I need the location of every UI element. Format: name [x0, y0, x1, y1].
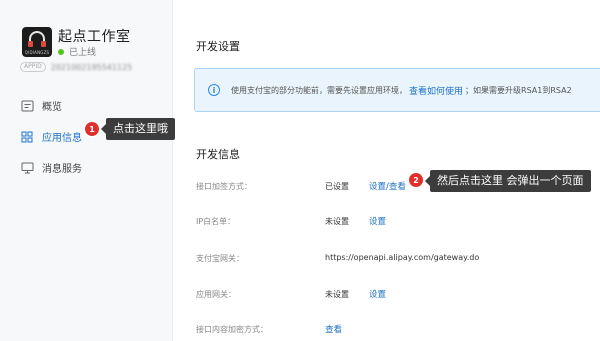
appid-value: 2021002195541125: [50, 62, 133, 72]
info-notice: i 使用支付宝的部分功能前，需要先设置应用环境， 查看如何使用 ；如果需要升级R…: [194, 68, 600, 112]
row-label: 支付宝网关：: [196, 254, 244, 263]
info-icon: i: [208, 84, 220, 96]
dev-info-title: 开发信息: [196, 148, 240, 161]
grid-icon: [20, 130, 34, 144]
row-ip-whitelist: IP白名单： 未设置 设置: [196, 213, 596, 229]
step-2-badge: 2: [409, 173, 423, 187]
appid-row: APPID 2021002195541125: [20, 62, 132, 72]
status-dot-icon: [58, 48, 64, 55]
sidebar-item-label: 概览: [42, 102, 62, 113]
how-to-use-link[interactable]: 查看如何使用: [409, 84, 463, 97]
notice-text: 使用支付宝的部分功能前，需要先设置应用环境，: [231, 85, 407, 95]
sidebar-item-overview[interactable]: 概览: [0, 90, 172, 121]
sidebar: QIDIANGZS 起点工作室 已上线 APPID 20210021955411…: [0, 0, 173, 341]
row-label: 接口加签方式：: [196, 182, 252, 191]
row-alipay-gateway: 支付宝网关： https://openapi.alipay.com/gatewa…: [196, 250, 596, 266]
view-encryption-link[interactable]: 查看: [325, 323, 342, 335]
row-value: 已设置: [325, 182, 349, 191]
app-name: 起点工作室: [58, 29, 131, 45]
set-view-link[interactable]: 设置/查看: [369, 180, 406, 192]
step-1-tooltip: 点击这里哦: [101, 118, 175, 140]
row-content-encryption: 接口内容加密方式： 查看: [196, 321, 596, 337]
row-label: IP白名单：: [196, 217, 236, 226]
row-label: 应用网关：: [196, 290, 236, 299]
app-status-label: 已上线: [69, 48, 97, 58]
set-ip-whitelist-link[interactable]: 设置: [369, 215, 386, 227]
notice-text-2: ；如果需要升级RSA1到RSA2: [465, 85, 572, 95]
row-app-gateway: 应用网关： 未设置 设置: [196, 286, 596, 302]
dev-settings-title: 开发设置: [196, 40, 240, 53]
step-2-tooltip: 然后点击这里 会弹出一个页面: [425, 170, 591, 192]
app-logo: QIDIANGZS: [22, 27, 52, 57]
sidebar-item-message-service[interactable]: 消息服务: [0, 152, 172, 183]
sidebar-item-label: 消息服务: [42, 164, 82, 175]
gateway-url: https://openapi.alipay.com/gateway.do: [325, 253, 480, 262]
app-status: 已上线: [58, 45, 96, 58]
set-app-gateway-link[interactable]: 设置: [369, 288, 386, 300]
sidebar-item-label: 应用信息: [42, 133, 82, 144]
appid-tag: APPID: [20, 62, 46, 72]
step-1-badge: 1: [85, 122, 99, 136]
row-value: 未设置: [325, 290, 349, 299]
row-value: 未设置: [325, 217, 349, 226]
monitor-icon: [20, 161, 34, 175]
overview-icon: [20, 99, 34, 113]
row-label: 接口内容加密方式：: [196, 325, 268, 334]
